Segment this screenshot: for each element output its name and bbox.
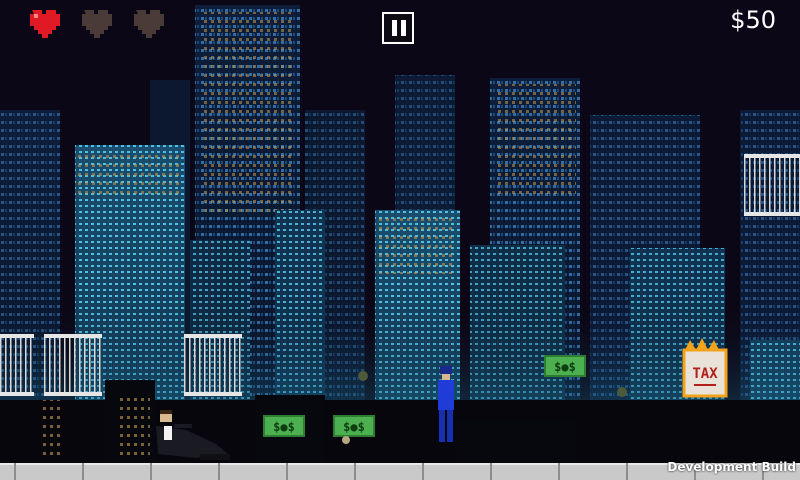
cage — [184, 334, 242, 396]
cash-label: $●$ — [273, 420, 295, 434]
cage — [0, 334, 34, 396]
debris — [617, 387, 627, 397]
heart-shape — [134, 10, 164, 38]
cage — [44, 334, 102, 396]
cash-pickup: $●$ — [333, 415, 375, 437]
cage — [744, 154, 800, 216]
cash-pickup: $●$ — [544, 355, 586, 377]
cash-label: $●$ — [554, 360, 576, 374]
game-scene: $●$ $●$ $●$ TAX — [0, 5, 800, 480]
heart-shape — [82, 10, 112, 38]
cash-pickup: $●$ — [263, 415, 305, 437]
pause-icon — [401, 20, 406, 36]
pause-button[interactable] — [382, 12, 414, 44]
debris — [358, 371, 368, 381]
heart-full-icon — [30, 10, 60, 38]
money-counter: $50 — [730, 6, 776, 34]
heart-empty-icon — [134, 10, 164, 38]
heart-empty-icon — [82, 10, 112, 38]
cash-label: $●$ — [343, 420, 365, 434]
tax-label: TAX — [692, 366, 718, 382]
debris — [342, 436, 350, 444]
dev-build-label: Development Build — [667, 460, 796, 474]
pause-icon — [392, 20, 397, 36]
lives-display — [24, 8, 174, 40]
